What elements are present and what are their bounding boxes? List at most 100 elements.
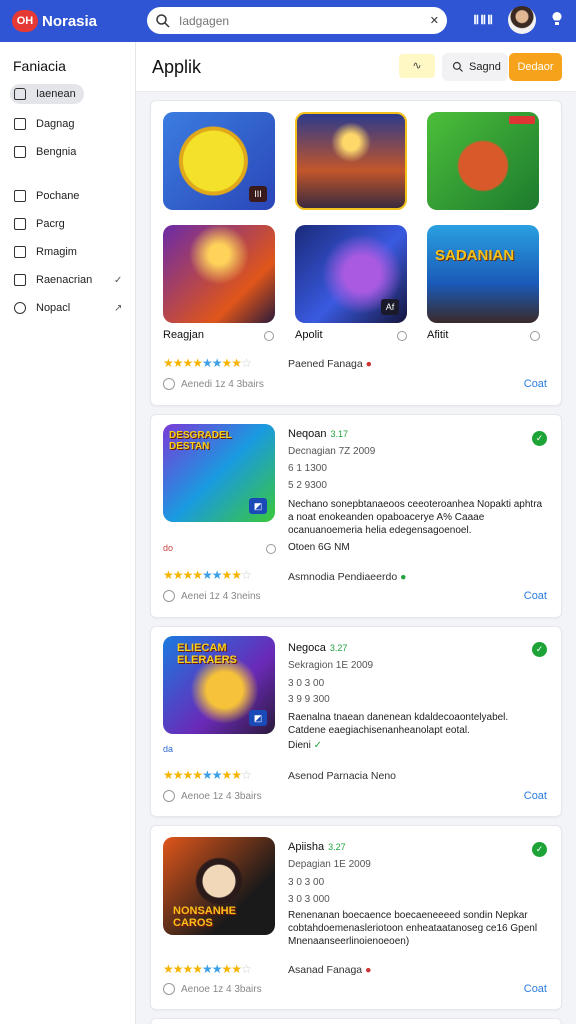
- game-thumbnail[interactable]: ELIECAM ELERAERS ◩: [163, 636, 275, 734]
- size-info: Otoen 6G NM: [288, 542, 350, 553]
- verified-icon: ✓: [532, 431, 547, 446]
- game-thumbnail[interactable]: [427, 112, 539, 210]
- check-icon: ✓: [114, 274, 123, 286]
- game-cover-title: SADANIAN: [435, 247, 515, 264]
- sidebar-item-nopacl[interactable]: Nopacl ↗: [10, 298, 128, 318]
- game-thumbnail[interactable]: [295, 112, 407, 210]
- sidebar-title: Faniacia: [13, 58, 66, 74]
- game-title[interactable]: Neqoan 3.17: [288, 428, 348, 440]
- search-input[interactable]: [179, 13, 430, 28]
- details-link[interactable]: Coat: [524, 983, 547, 995]
- sidebar-item-label: Bengnia: [36, 146, 77, 158]
- details-link[interactable]: Coat: [524, 590, 547, 602]
- game-name[interactable]: Afitit: [427, 329, 448, 341]
- info-icon[interactable]: [530, 331, 540, 341]
- game-name[interactable]: Apolit: [295, 329, 323, 341]
- game-title[interactable]: Apiisha 3.27: [288, 841, 346, 853]
- apps-grid-icon[interactable]: ⅡⅡⅡ: [473, 13, 494, 27]
- game-name[interactable]: Reagjan: [163, 329, 204, 341]
- update-time: Aenedi 1z 4 3bairs: [163, 378, 264, 390]
- game-list-card: DESGRADEL DESTAN ◩ do Neqoan 3.17 ✓ Decna…: [150, 414, 562, 618]
- sidebar-item-label: Raenacrian: [36, 274, 93, 286]
- header-search-button[interactable]: Sagnd: [442, 53, 508, 81]
- page-icon: [14, 218, 26, 230]
- search-icon: [155, 13, 171, 29]
- filter-button[interactable]: ∿: [399, 54, 435, 78]
- game-thumbnail[interactable]: Af: [295, 225, 407, 323]
- chart-icon: [14, 118, 26, 130]
- game-title[interactable]: Negoca 3.27: [288, 642, 347, 654]
- sidebar-item-dagnag[interactable]: Dagnag: [10, 114, 75, 134]
- game-tag: III: [249, 186, 267, 202]
- sidebar-item-pochane[interactable]: Pochane: [10, 186, 79, 206]
- game-thumbnail[interactable]: SADANIAN: [427, 225, 539, 323]
- game-description: Nechano sonepbtanaeoos ceeoteroanhea Nop…: [288, 499, 543, 536]
- sidebar-item-label: Iaenean: [36, 88, 76, 100]
- update-time: Aenoe 1z 4 3bairs: [163, 790, 262, 802]
- size-info: Dieni ✓: [288, 740, 322, 751]
- rating-stars: ★★★★★★★★☆: [163, 962, 252, 976]
- search-icon: [452, 61, 463, 72]
- logo-badge: OH: [12, 10, 38, 32]
- next-card-edge: [150, 1018, 562, 1024]
- details-link[interactable]: Coat: [524, 790, 547, 802]
- sidebar-item-label: Pacrg: [36, 218, 65, 230]
- release-date: Depagian 1E 2009: [288, 859, 371, 870]
- sidebar-item-pacrg[interactable]: Pacrg: [10, 214, 65, 234]
- stat-line: 6 1 1300: [288, 463, 327, 474]
- info-icon[interactable]: [266, 544, 276, 554]
- release-date: Decnagian 7Z 2009: [288, 446, 376, 457]
- game-tag: ◩: [249, 710, 267, 726]
- game-thumbnail[interactable]: NONSANHE CAROS: [163, 837, 275, 935]
- game-list-card: NONSANHE CAROS Apiisha 3.27 ✓ Depagian 1E…: [150, 825, 562, 1010]
- sidebar-item-label: Pochane: [36, 190, 80, 202]
- rating-label: Asmnodia Pendiaeerdo ●: [288, 571, 407, 583]
- square-icon: [14, 146, 26, 158]
- header-search-label: Sagnd: [469, 61, 501, 73]
- clock-icon: [163, 790, 175, 802]
- rating-label: Asenod Parnacia Neno: [288, 770, 397, 782]
- update-time: Aenei 1z 4 3neins: [163, 590, 261, 602]
- game-cover-title: ELIECAM ELERAERS: [177, 642, 237, 666]
- top-right-actions: ⅡⅡⅡ: [473, 6, 564, 34]
- sidebar-item-raenacrian[interactable]: Raenacrian ✓: [10, 270, 128, 290]
- verified-icon: ✓: [532, 842, 547, 857]
- info-icon[interactable]: [397, 331, 407, 341]
- rating-stars: ★★★★★★★★☆: [163, 768, 252, 782]
- rating-label: Asanad Fanaga ●: [288, 964, 372, 976]
- game-cover-title: DESGRADEL DESTAN: [169, 430, 232, 452]
- sidebar-item-label: Dagnag: [36, 118, 75, 130]
- primary-action-button[interactable]: Dedaor: [509, 53, 562, 81]
- notification-icon[interactable]: [550, 11, 564, 30]
- app-logo[interactable]: OH Norasia: [12, 10, 97, 32]
- game-rating-tag: da: [163, 744, 174, 754]
- sidebar-item-bengnia[interactable]: Bengnia: [10, 142, 76, 162]
- game-thumbnail[interactable]: DESGRADEL DESTAN ◩: [163, 424, 275, 522]
- user-avatar[interactable]: [508, 6, 536, 34]
- game-rating-tag: do: [163, 543, 174, 553]
- home-icon: [14, 88, 26, 100]
- edit-icon: [14, 246, 26, 258]
- details-link[interactable]: Coat: [524, 378, 547, 390]
- game-thumbnail[interactable]: [163, 225, 275, 323]
- sidebar-item-rmagim[interactable]: Rmagim: [10, 242, 77, 262]
- search-bar[interactable]: ✕: [147, 7, 447, 34]
- sidebar-item-iaenean[interactable]: Iaenean: [10, 84, 84, 104]
- calendar-icon: [14, 274, 26, 286]
- top-app-bar: OH Norasia ✕ ⅡⅡⅡ: [0, 0, 576, 42]
- game-description: Raenalna tnaean danenean kdaldecoaontely…: [288, 712, 509, 736]
- game-thumbnail[interactable]: III: [163, 112, 275, 210]
- stat-line: 3 0 3 00: [288, 678, 325, 689]
- stat-line: 5 2 9300: [288, 480, 327, 491]
- games-grid-card: III Af SADANIAN Reagjan Apolit Afitit ★★…: [150, 100, 562, 406]
- update-time: Aenoe 1z 4 3bairs: [163, 983, 262, 995]
- stat-line: 3 9 9 300: [288, 694, 330, 705]
- sidebar-item-label: Rmagim: [36, 246, 77, 258]
- sidebar-item-label: Nopacl: [36, 302, 71, 314]
- clock-icon: [163, 983, 175, 995]
- release-date: Sekragion 1E 2009: [288, 660, 374, 671]
- rating-label: Paened Fanaga ●: [288, 358, 372, 370]
- clear-search-icon[interactable]: ✕: [430, 14, 439, 27]
- info-icon[interactable]: [264, 331, 274, 341]
- app-name: Norasia: [42, 12, 98, 30]
